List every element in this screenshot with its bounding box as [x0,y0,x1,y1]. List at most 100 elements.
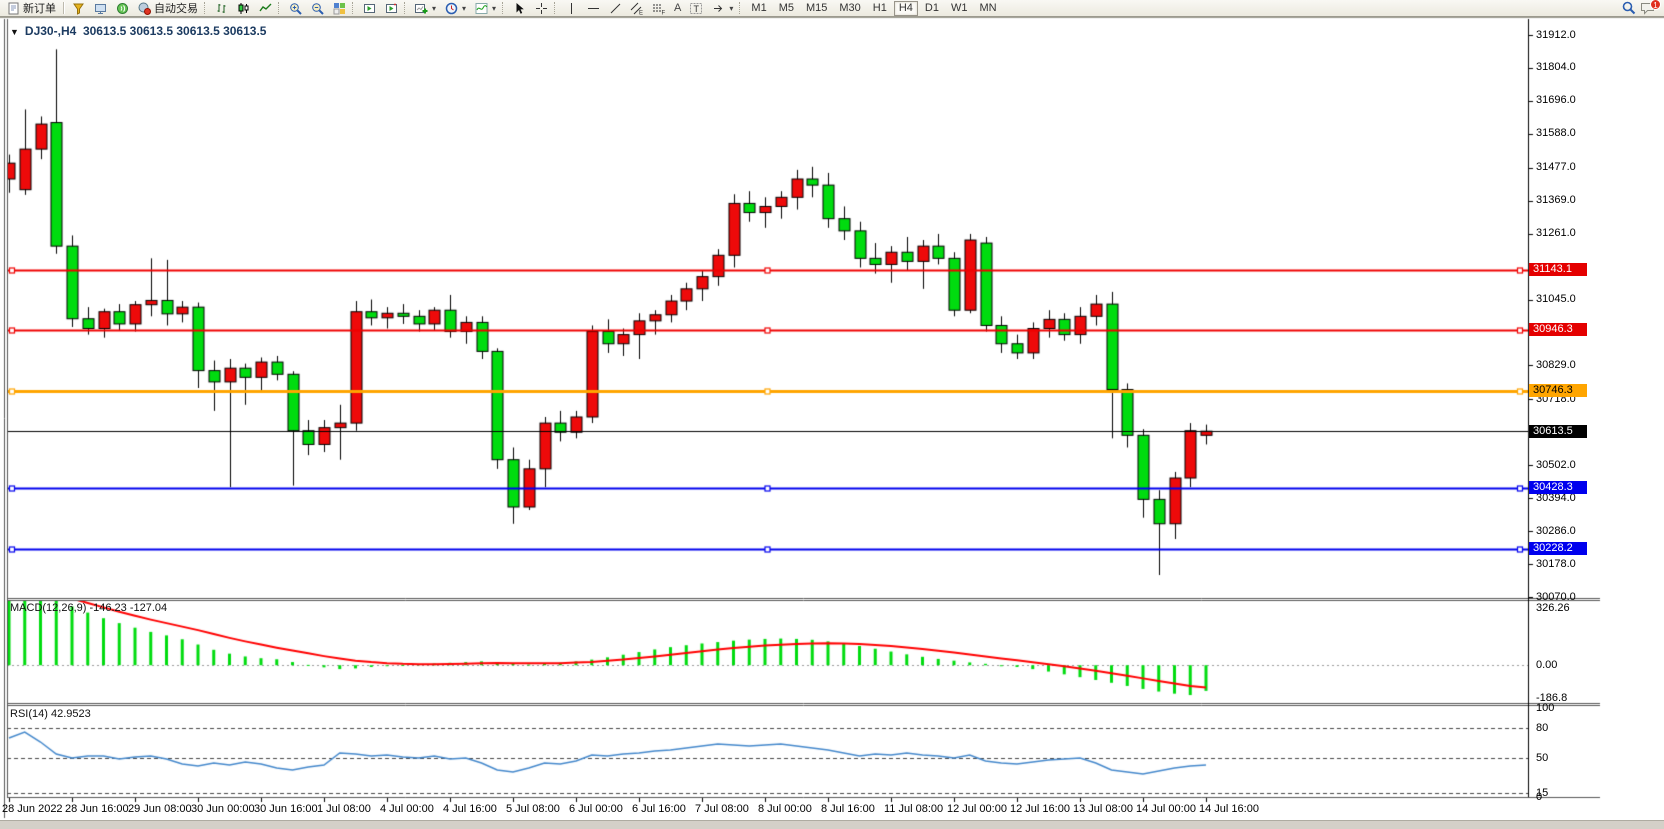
new-order-label: 新订单 [23,0,56,16]
collapse-triangle-icon[interactable]: ▼ [10,27,19,37]
time-axis-label: 8 Jul 00:00 [758,803,812,815]
price-axis-tick: 31369.0 [1536,194,1576,206]
chart-ohlc-values: 30613.5 30613.5 30613.5 30613.5 [83,24,267,38]
price-line-badge: 30746.3 [1529,384,1587,397]
window-bottom-edge [0,820,1664,829]
tile-windows-button[interactable] [328,1,350,16]
auto-arrange-button[interactable] [358,1,380,16]
candlestick-icon [236,2,250,15]
bar-chart-icon [214,2,228,15]
timeframe-button-mn[interactable]: MN [974,1,1001,16]
timeframe-button-m5[interactable]: M5 [774,1,799,16]
arrow-shapes-icon [711,2,725,15]
time-axis-label: 11 Jul 08:00 [884,803,943,815]
toolbar-grip [502,2,506,14]
rsi-axis-tick: 100 [1536,702,1554,714]
text-label-button[interactable]: T [685,1,707,16]
toolbar-grip [352,2,356,14]
trendline-icon [608,2,622,15]
horizontal-line-icon [586,2,600,15]
new-order-button[interactable]: 新订单 [2,1,60,16]
svg-text:T: T [694,4,700,14]
new-order-icon [6,2,20,15]
time-axis-label: 8 Jul 16:00 [821,803,875,815]
auto-arrange-icon [362,2,376,15]
price-line-badge: 30428.3 [1529,481,1587,494]
price-axis-tick: 30829.0 [1536,359,1576,371]
time-axis-label: 4 Jul 16:00 [443,803,497,815]
time-axis-label: 7 Jul 08:00 [695,803,749,815]
time-axis-label: 28 Jun 16:00 [65,803,129,815]
time-axis-label: 6 Jul 16:00 [632,803,686,815]
candlestick-chart[interactable] [0,0,1664,829]
zoom-in-icon [288,2,302,15]
arrows-button[interactable]: ▾ [707,1,737,16]
text-label-icon: T [689,2,703,15]
horizontal-line-button[interactable] [582,1,604,16]
candlestick-chart-button[interactable] [232,1,254,16]
cursor-button[interactable] [508,1,530,16]
period-button[interactable]: ▾ [440,1,470,16]
auto-trading-button[interactable]: 自动交易 [133,1,202,16]
line-chart-button[interactable] [254,1,276,16]
timeframe-button-h4[interactable]: H4 [894,1,918,16]
zoom-out-button[interactable] [306,1,328,16]
price-axis-tick: 31912.0 [1536,29,1576,41]
time-axis-label: 30 Jun 16:00 [254,803,318,815]
toolbar-grip [739,2,743,14]
price-axis-tick: 31045.0 [1536,293,1576,305]
bar-chart-button[interactable] [210,1,232,16]
timeframe-button-w1[interactable]: W1 [946,1,973,16]
time-axis-label: 28 Jun 2022 [2,803,63,815]
history-center-button[interactable] [67,1,89,16]
macd-axis-tick: 0.00 [1536,659,1557,671]
time-axis-label: 14 Jul 16:00 [1199,803,1259,815]
vertical-line-button[interactable] [560,1,582,16]
chevron-down-icon: ▾ [432,4,436,13]
price-axis-tick: 30178.0 [1536,558,1576,570]
line-chart-icon [258,2,272,15]
expert-advisors-icon [93,2,107,15]
time-axis-label: 1 Jul 08:00 [317,803,371,815]
fibonacci-button[interactable]: F [648,1,670,16]
time-axis-label: 6 Jul 00:00 [569,803,623,815]
price-axis-tick: 31696.0 [1536,94,1576,106]
svg-text:E: E [639,10,643,15]
chat-button[interactable]: 1 [1640,1,1658,16]
timeframe-button-h1[interactable]: H1 [868,1,892,16]
indicators-button[interactable]: ▾ [470,1,500,16]
new-chart-button[interactable]: ▾ [410,1,440,16]
crosshair-button[interactable] [530,1,552,16]
search-icon[interactable] [1622,2,1636,15]
price-line-badge: 30228.2 [1529,542,1587,555]
macd-indicator-label: MACD(12,26,9) -146.23 -127.04 [10,602,167,614]
text-button[interactable]: A [670,1,685,16]
new-chart-icon [414,2,428,15]
chevron-down-icon: ▾ [729,4,733,13]
signal-button[interactable] [111,1,133,16]
cascade-windows-button[interactable] [380,1,402,16]
timeframe-button-m1[interactable]: M1 [746,1,771,16]
price-axis-tick: 31477.0 [1536,161,1576,173]
toolbar-grip [404,2,408,14]
macd-axis-tick: 326.26 [1536,602,1570,614]
price-axis-tick: 31804.0 [1536,61,1576,73]
toolbar-grip [554,2,558,14]
fibonacci-icon: F [652,2,666,15]
trendline-button[interactable] [604,1,626,16]
rsi-axis-tick: 80 [1536,722,1548,734]
vertical-line-icon [564,2,578,15]
time-axis-label: 30 Jun 00:00 [191,803,255,815]
cursor-icon [512,2,526,15]
equidistant-channel-button[interactable]: E [626,1,648,16]
indicators-icon [474,2,488,15]
toolbar-grip [204,2,208,14]
timeframe-button-d1[interactable]: D1 [920,1,944,16]
zoom-in-button[interactable] [284,1,306,16]
tile-windows-icon [332,2,346,15]
timeframe-button-m30[interactable]: M30 [834,1,865,16]
timeframe-buttons: M1M5M15M30H1H4D1W1MN [745,1,1002,16]
expert-advisors-button[interactable] [89,1,111,16]
timeframe-button-m15[interactable]: M15 [801,1,832,16]
funnel-icon [71,2,85,15]
